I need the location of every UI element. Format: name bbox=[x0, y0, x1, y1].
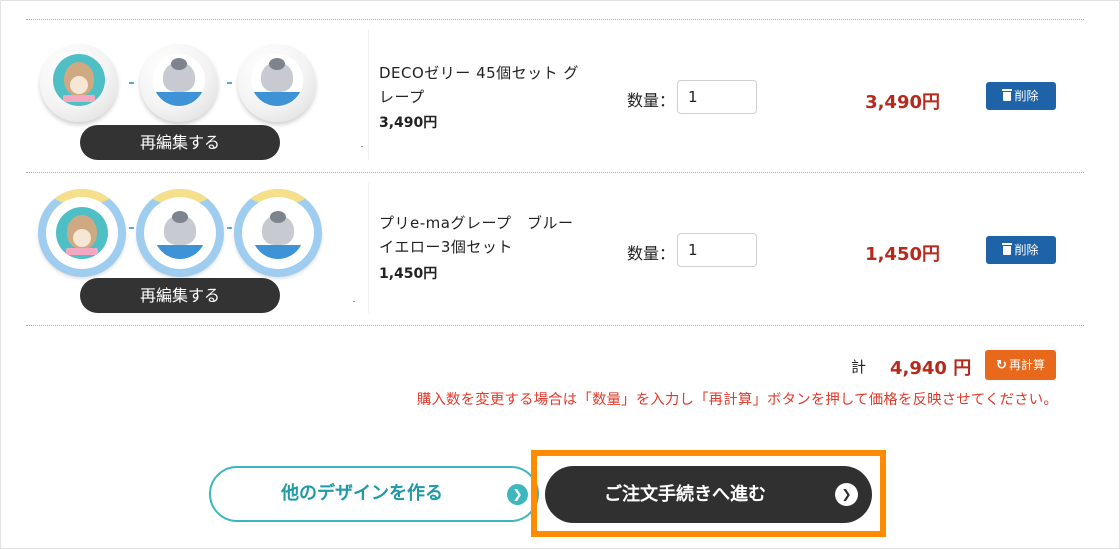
proceed-to-checkout-label: ご注文手続きへ進む bbox=[604, 484, 766, 505]
product-name: プリe-maグレープ ブルーイエロー3個セット bbox=[379, 214, 574, 256]
total-value: 4,940 円 bbox=[890, 358, 972, 379]
product-thumbnail bbox=[234, 189, 322, 277]
quantity-change-notice: 購入数を変更する場合は「数量」を入力し「再計算」ボタンを押して価格を反映させてく… bbox=[416, 392, 1058, 408]
line-total: 3,490円 bbox=[865, 92, 940, 113]
separator bbox=[227, 82, 232, 84]
product-thumbnails bbox=[38, 185, 323, 277]
create-other-design-label: 他のデザインを作る bbox=[281, 483, 443, 504]
recalculate-label: 再計算 bbox=[1008, 358, 1045, 372]
cart-row: 再編集する DECOゼリー 45個セット グレープ 3,490円 数量： 3,4… bbox=[0, 20, 1120, 172]
delete-label: 削除 bbox=[1014, 243, 1039, 257]
divider bbox=[368, 183, 369, 313]
separator bbox=[129, 227, 134, 229]
product-thumbnail bbox=[38, 189, 126, 277]
refresh-icon: ↻ bbox=[996, 358, 1007, 373]
product-thumbnails bbox=[38, 40, 323, 130]
create-other-design-button[interactable]: 他のデザインを作る ❯ bbox=[209, 466, 539, 522]
delete-label: 削除 bbox=[1014, 89, 1039, 103]
trash-icon bbox=[1002, 243, 1013, 255]
quantity-input[interactable] bbox=[677, 233, 757, 267]
line-total: 1,450円 bbox=[865, 244, 940, 265]
separator bbox=[129, 82, 134, 84]
divider bbox=[353, 301, 355, 302]
product-unit-price: 1,450円 bbox=[379, 266, 438, 282]
trash-icon bbox=[1002, 89, 1013, 101]
reedit-button[interactable]: 再編集する bbox=[80, 278, 280, 313]
chevron-right-circle-icon: ❯ bbox=[507, 484, 528, 505]
product-thumbnail bbox=[140, 44, 218, 122]
delete-button[interactable]: 削除 bbox=[986, 236, 1056, 264]
divider bbox=[26, 325, 1084, 326]
reedit-button[interactable]: 再編集する bbox=[80, 125, 280, 160]
total-label: 計 bbox=[851, 358, 867, 376]
delete-button[interactable]: 削除 bbox=[986, 82, 1056, 110]
divider bbox=[361, 146, 363, 147]
quantity-label: 数量： bbox=[627, 244, 676, 263]
product-thumbnail bbox=[238, 44, 316, 122]
product-name: DECOゼリー 45個セット グレープ bbox=[379, 64, 579, 106]
cart-row: 再編集する プリe-maグレープ ブルーイエロー3個セット 1,450円 数量：… bbox=[0, 173, 1120, 325]
recalculate-button[interactable]: ↻ 再計算 bbox=[985, 350, 1056, 380]
divider bbox=[368, 30, 369, 160]
chevron-right-circle-icon: ❯ bbox=[835, 483, 858, 506]
proceed-to-checkout-button[interactable]: ご注文手続きへ進む ❯ bbox=[545, 466, 872, 523]
separator bbox=[227, 227, 232, 229]
quantity-label: 数量： bbox=[627, 91, 676, 110]
product-thumbnail bbox=[136, 189, 224, 277]
product-thumbnail bbox=[40, 44, 118, 122]
product-unit-price: 3,490円 bbox=[379, 115, 438, 131]
quantity-input[interactable] bbox=[677, 80, 757, 114]
